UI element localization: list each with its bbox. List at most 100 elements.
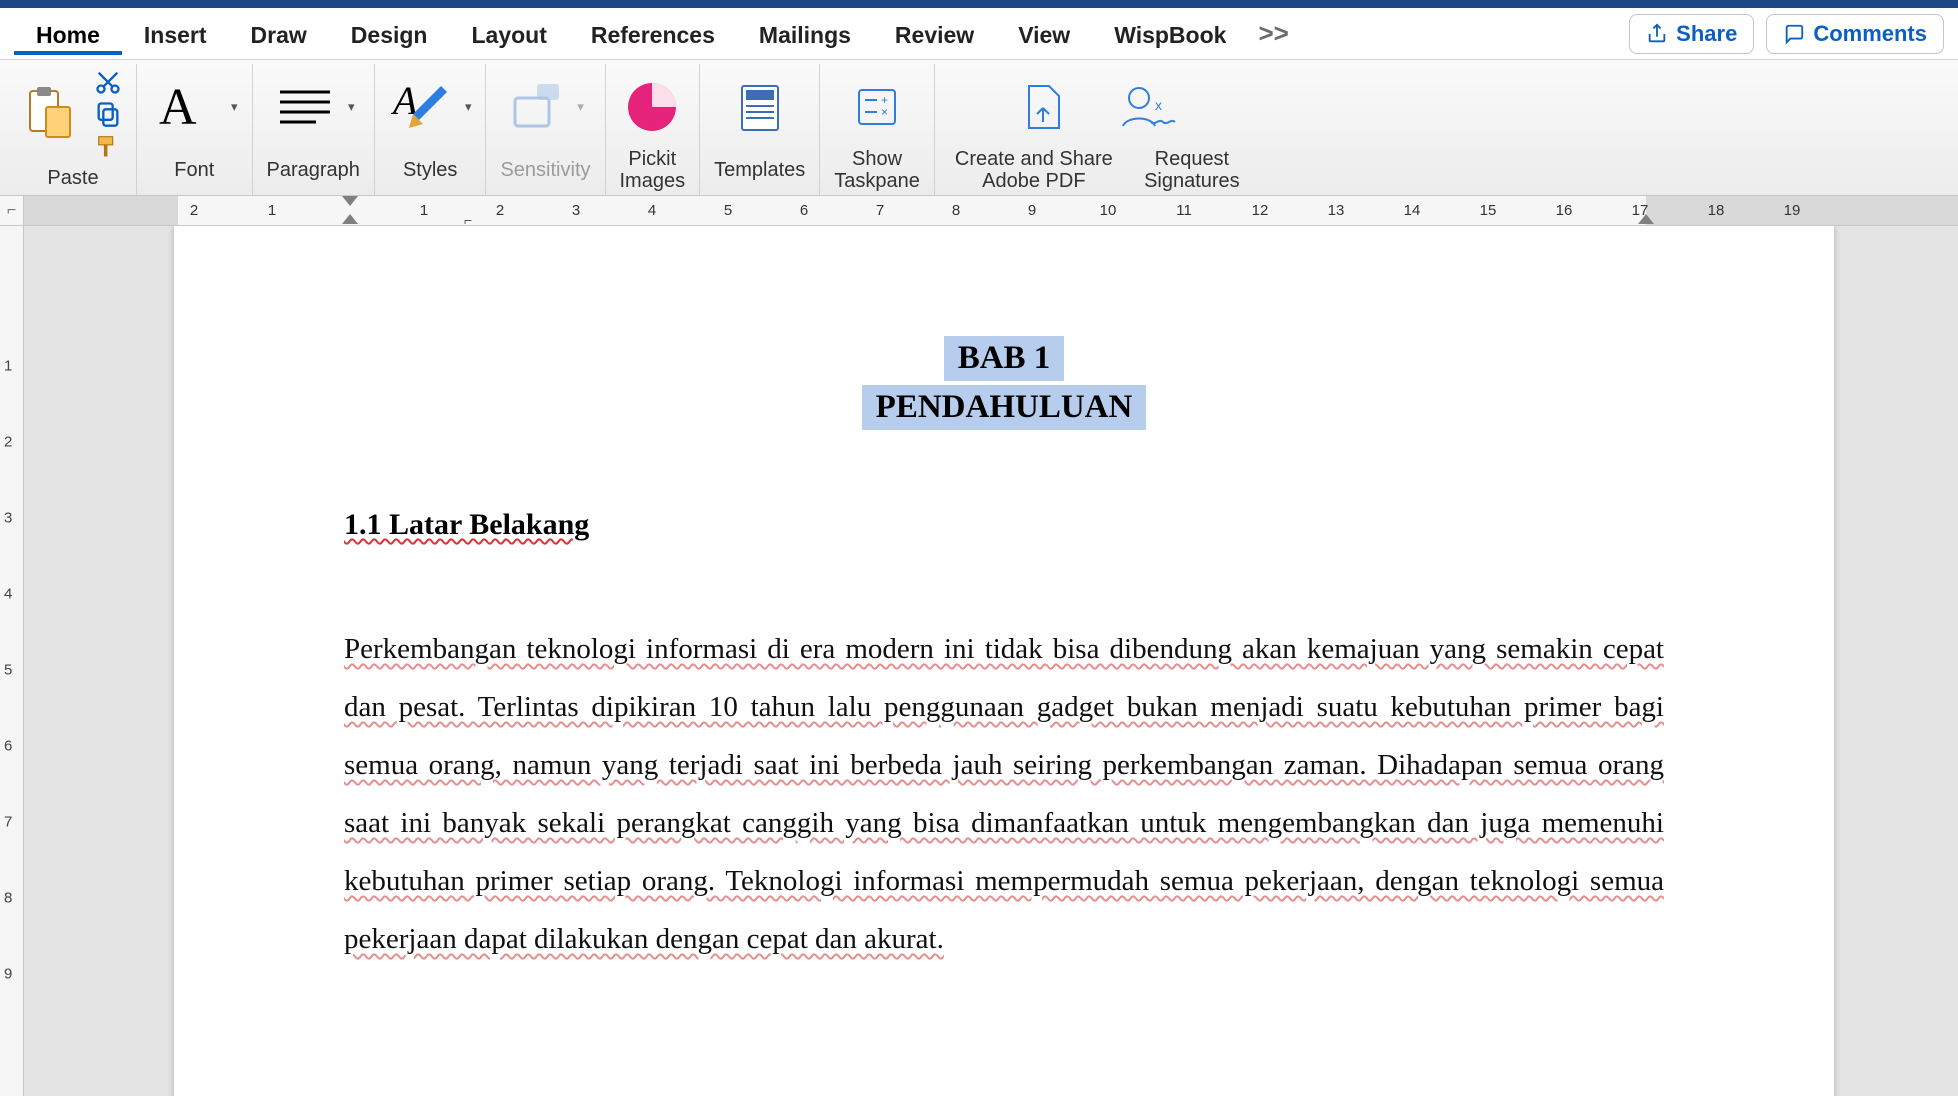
chapter-subtitle[interactable]: PENDAHULUAN xyxy=(862,385,1147,430)
vruler-tick: 1 xyxy=(4,358,12,375)
font-icon: A xyxy=(151,78,221,136)
show-taskpane-button[interactable]: + × xyxy=(849,78,905,136)
document-canvas[interactable]: BAB 1 PENDAHULUAN 1.1 Latar Belakang Per… xyxy=(24,226,1958,1096)
pickit-images-button[interactable] xyxy=(623,78,681,136)
svg-text:×: × xyxy=(881,105,888,119)
font-button[interactable]: A xyxy=(151,78,221,136)
request-signatures-button[interactable]: x xyxy=(1111,78,1181,136)
tab-review[interactable]: Review xyxy=(873,12,996,55)
ruler-tick: 12 xyxy=(1252,202,1269,219)
page[interactable]: BAB 1 PENDAHULUAN 1.1 Latar Belakang Per… xyxy=(174,226,1834,1096)
ruler-tick: 14 xyxy=(1404,202,1421,219)
sensitivity-button[interactable] xyxy=(507,78,567,136)
ruler-left-margin xyxy=(24,196,178,225)
templates-icon xyxy=(732,78,788,136)
styles-button[interactable]: A xyxy=(389,78,455,136)
templates-button[interactable] xyxy=(732,78,788,136)
ruler-row: ⌐ ⌐ 2 1 1 2 3 4 5 6 7 8 9 10 11 12 13 14… xyxy=(0,196,1958,226)
chevron-down-icon[interactable]: ▾ xyxy=(348,99,355,115)
chevron-down-icon[interactable]: ▾ xyxy=(465,99,472,115)
pdf-share-icon xyxy=(1015,78,1071,136)
tab-wispbook[interactable]: WispBook xyxy=(1092,12,1248,55)
ruler-tick: 3 xyxy=(572,202,580,219)
comments-label: Comments xyxy=(1813,21,1927,47)
chevron-down-icon[interactable]: ▾ xyxy=(231,99,238,115)
tab-selector-icon[interactable]: ⌐ xyxy=(0,196,24,226)
hanging-indent-marker[interactable] xyxy=(342,214,358,224)
create-share-pdf-button[interactable] xyxy=(1015,78,1071,136)
body-paragraph[interactable]: Perkembangan teknologi informasi di era … xyxy=(344,620,1664,968)
ruler-tick: 1 xyxy=(268,202,276,219)
pickit-swirl-icon xyxy=(623,78,681,136)
group-label-paragraph: Paragraph xyxy=(267,145,360,193)
ribbon: Paste A ▾ Font ▾ Parag xyxy=(0,60,1958,196)
ruler-tick: 15 xyxy=(1480,202,1497,219)
group-label-signatures: Request Signatures xyxy=(1137,145,1247,193)
group-styles: A ▾ Styles xyxy=(375,64,487,195)
svg-text:A: A xyxy=(159,79,197,136)
ruler-tick: 7 xyxy=(876,202,884,219)
paste-button[interactable] xyxy=(24,85,78,143)
vruler-tick: 4 xyxy=(4,586,12,603)
group-font: A ▾ Font xyxy=(137,64,253,195)
tab-design[interactable]: Design xyxy=(329,12,450,55)
tabs-overflow-icon[interactable]: >> xyxy=(1248,18,1298,49)
ruler-tick: 16 xyxy=(1556,202,1573,219)
ruler-tick: 18 xyxy=(1708,202,1725,219)
group-adobe: x Create and Share Adobe PDF Request Sig… xyxy=(935,64,1261,195)
ruler-tick: 13 xyxy=(1328,202,1345,219)
group-label-sensitivity: Sensitivity xyxy=(500,145,590,193)
vruler-tick: 8 xyxy=(4,890,12,907)
format-painter-icon[interactable] xyxy=(94,132,122,160)
tab-insert[interactable]: Insert xyxy=(122,12,229,55)
chapter-title[interactable]: BAB 1 xyxy=(944,336,1065,381)
tab-references[interactable]: References xyxy=(569,12,737,55)
ribbon-tabs: Home Insert Draw Design Layout Reference… xyxy=(0,8,1958,60)
share-button[interactable]: Share xyxy=(1629,14,1754,54)
tab-mailings[interactable]: Mailings xyxy=(737,12,873,55)
taskpane-icon: + × xyxy=(849,78,905,136)
vertical-ruler[interactable]: 1 2 3 4 5 6 7 8 9 xyxy=(0,226,24,1096)
paragraph-lines-icon xyxy=(272,78,338,136)
comments-button[interactable]: Comments xyxy=(1766,14,1944,54)
group-label-adobe: Create and Share Adobe PDF xyxy=(949,145,1119,193)
group-label-taskpane: Show Taskpane xyxy=(834,145,920,193)
group-templates: Templates xyxy=(700,64,820,195)
styles-icon: A xyxy=(389,78,455,136)
title-bar xyxy=(0,0,1958,8)
first-line-indent-marker[interactable] xyxy=(342,196,358,206)
ruler-tick: 11 xyxy=(1176,202,1192,219)
group-label-paste: Paste xyxy=(47,160,98,193)
group-label-pickit: Pickit Images xyxy=(620,145,686,193)
tab-view[interactable]: View xyxy=(996,12,1092,55)
tab-home[interactable]: Home xyxy=(14,12,122,55)
group-label-templates: Templates xyxy=(714,145,805,193)
vruler-tick: 9 xyxy=(4,966,12,983)
horizontal-ruler[interactable]: ⌐ 2 1 1 2 3 4 5 6 7 8 9 10 11 12 13 14 1… xyxy=(24,196,1958,225)
vruler-tick: 7 xyxy=(4,814,12,831)
chevron-down-icon[interactable]: ▾ xyxy=(577,99,584,115)
sensitivity-icon xyxy=(507,78,567,136)
workspace: 1 2 3 4 5 6 7 8 9 BAB 1 PENDAHULUAN 1.1 … xyxy=(0,226,1958,1096)
tab-draw[interactable]: Draw xyxy=(229,12,329,55)
ruler-tick: 19 xyxy=(1784,202,1801,219)
ruler-tick: 5 xyxy=(724,202,732,219)
tab-layout[interactable]: Layout xyxy=(449,12,568,55)
ruler-tick: 2 xyxy=(496,202,504,219)
clipboard-paste-icon xyxy=(24,85,78,143)
comment-icon xyxy=(1783,23,1805,45)
cut-icon[interactable] xyxy=(94,68,122,96)
share-label: Share xyxy=(1676,21,1737,47)
ruler-tick: 1 xyxy=(420,202,428,219)
svg-text:x: x xyxy=(1155,97,1162,113)
copy-icon[interactable] xyxy=(94,100,122,128)
ruler-tick: 9 xyxy=(1028,202,1036,219)
share-icon xyxy=(1646,23,1668,45)
group-paragraph: ▾ Paragraph xyxy=(253,64,375,195)
section-heading[interactable]: 1.1 Latar Belakang xyxy=(344,508,1664,542)
group-label-styles: Styles xyxy=(403,145,457,193)
group-taskpane: + × Show Taskpane xyxy=(820,64,935,195)
paragraph-button[interactable] xyxy=(272,78,338,136)
ruler-tick: 2 xyxy=(190,202,198,219)
ruler-right-margin xyxy=(1646,196,1958,225)
